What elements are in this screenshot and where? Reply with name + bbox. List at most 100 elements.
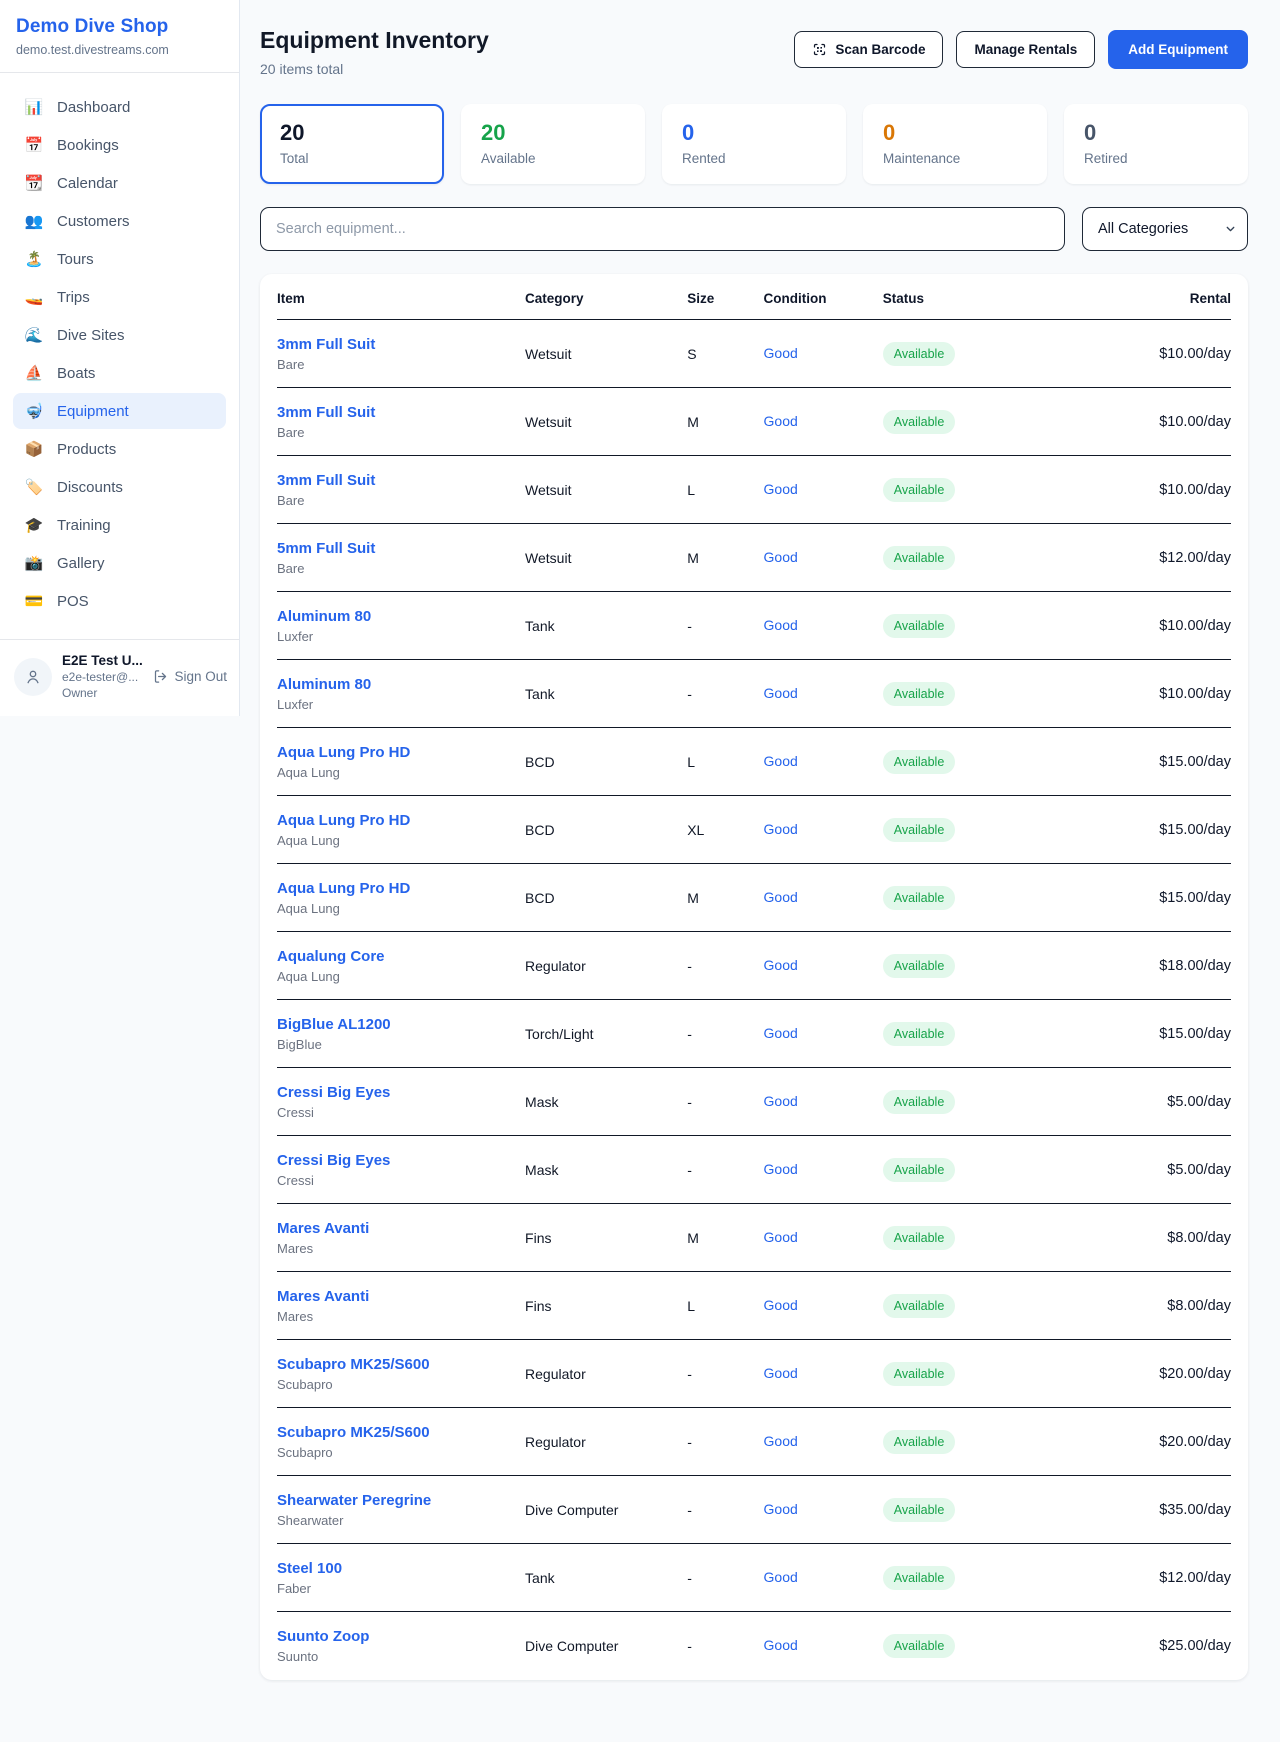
- item-name-link[interactable]: Aqua Lung Pro HD: [277, 812, 525, 829]
- user-name: E2E Test U...: [62, 653, 143, 668]
- sidebar-item-dive-sites[interactable]: 🌊Dive Sites: [13, 317, 226, 353]
- sidebar-item-dashboard[interactable]: 📊Dashboard: [13, 89, 226, 125]
- status-badge: Available: [883, 818, 956, 842]
- sidebar-item-training[interactable]: 🎓Training: [13, 507, 226, 543]
- condition-link[interactable]: Good: [764, 1161, 798, 1177]
- condition-link[interactable]: Good: [764, 413, 798, 429]
- condition-link[interactable]: Good: [764, 821, 798, 837]
- item-name-link[interactable]: Aqua Lung Pro HD: [277, 880, 525, 897]
- item-name-link[interactable]: Scubapro MK25/S600: [277, 1424, 525, 1441]
- size-cell: L: [687, 1298, 763, 1314]
- condition-link[interactable]: Good: [764, 1569, 798, 1585]
- condition-link[interactable]: Good: [764, 957, 798, 973]
- size-cell: -: [687, 1434, 763, 1450]
- sidebar-item-discounts[interactable]: 🏷️Discounts: [13, 469, 226, 505]
- stat-card-total[interactable]: 20Total: [260, 104, 444, 184]
- category-select[interactable]: All Categories: [1082, 207, 1248, 251]
- sidebar-item-products[interactable]: 📦Products: [13, 431, 226, 467]
- item-name-link[interactable]: Aqua Lung Pro HD: [277, 744, 525, 761]
- add-equipment-button[interactable]: Add Equipment: [1108, 30, 1248, 69]
- condition-link[interactable]: Good: [764, 753, 798, 769]
- item-name-link[interactable]: Suunto Zoop: [277, 1628, 525, 1645]
- condition-link[interactable]: Good: [764, 617, 798, 633]
- shop-domain: demo.test.divestreams.com: [16, 43, 223, 57]
- item-brand: Cressi: [277, 1105, 525, 1120]
- item-cell: Aqua Lung Pro HDAqua Lung: [277, 744, 525, 780]
- item-name-link[interactable]: Cressi Big Eyes: [277, 1084, 525, 1101]
- item-name-link[interactable]: Aqualung Core: [277, 948, 525, 965]
- status-cell: Available: [883, 1566, 1083, 1590]
- condition-link[interactable]: Good: [764, 481, 798, 497]
- size-cell: -: [687, 1026, 763, 1042]
- item-name-link[interactable]: Aluminum 80: [277, 676, 525, 693]
- sidebar-item-bookings[interactable]: 📅Bookings: [13, 127, 226, 163]
- credit-card-icon: 💳: [24, 592, 44, 610]
- stat-card-maintenance[interactable]: 0Maintenance: [863, 104, 1047, 184]
- stat-card-available[interactable]: 20Available: [461, 104, 645, 184]
- condition-link[interactable]: Good: [764, 1433, 798, 1449]
- column-header-condition: Condition: [764, 291, 883, 306]
- condition-link[interactable]: Good: [764, 1093, 798, 1109]
- sidebar-item-label: Boats: [57, 365, 95, 382]
- item-cell: Suunto ZoopSuunto: [277, 1628, 525, 1664]
- item-cell: 3mm Full SuitBare: [277, 472, 525, 508]
- condition-link[interactable]: Good: [764, 889, 798, 905]
- rental-cell: $25.00/day: [1083, 1638, 1231, 1654]
- item-name-link[interactable]: Shearwater Peregrine: [277, 1492, 525, 1509]
- table-row: Mares AvantiMaresFinsMGoodAvailable$8.00…: [277, 1204, 1231, 1272]
- condition-link[interactable]: Good: [764, 1297, 798, 1313]
- search-input[interactable]: [260, 207, 1065, 251]
- status-cell: Available: [883, 1634, 1083, 1658]
- item-name-link[interactable]: Mares Avanti: [277, 1288, 525, 1305]
- sidebar-item-calendar[interactable]: 📆Calendar: [13, 165, 226, 201]
- condition-cell: Good: [764, 617, 883, 635]
- item-name-link[interactable]: Cressi Big Eyes: [277, 1152, 525, 1169]
- sidebar-item-gallery[interactable]: 📸Gallery: [13, 545, 226, 581]
- condition-link[interactable]: Good: [764, 345, 798, 361]
- stat-card-retired[interactable]: 0Retired: [1064, 104, 1248, 184]
- add-equipment-label: Add Equipment: [1128, 42, 1228, 57]
- item-name-link[interactable]: Aluminum 80: [277, 608, 525, 625]
- sidebar-item-customers[interactable]: 👥Customers: [13, 203, 226, 239]
- status-cell: Available: [883, 1498, 1083, 1522]
- item-name-link[interactable]: Scubapro MK25/S600: [277, 1356, 525, 1373]
- status-badge: Available: [883, 1294, 956, 1318]
- category-cell: BCD: [525, 822, 687, 838]
- condition-link[interactable]: Good: [764, 1025, 798, 1041]
- sidebar-item-equipment[interactable]: 🤿Equipment: [13, 393, 226, 429]
- manage-rentals-button[interactable]: Manage Rentals: [956, 31, 1095, 68]
- sidebar-item-pos[interactable]: 💳POS: [13, 583, 226, 619]
- status-badge: Available: [883, 1022, 956, 1046]
- condition-link[interactable]: Good: [764, 549, 798, 565]
- item-name-link[interactable]: BigBlue AL1200: [277, 1016, 525, 1033]
- scan-barcode-button[interactable]: Scan Barcode: [794, 31, 943, 68]
- sidebar-item-trips[interactable]: 🚤Trips: [13, 279, 226, 315]
- category-cell: Mask: [525, 1162, 687, 1178]
- sidebar-item-boats[interactable]: ⛵Boats: [13, 355, 226, 391]
- condition-link[interactable]: Good: [764, 1229, 798, 1245]
- sidebar-item-tours[interactable]: 🏝️Tours: [13, 241, 226, 277]
- status-cell: Available: [883, 410, 1083, 434]
- wave-icon: 🌊: [24, 326, 44, 344]
- stat-card-rented[interactable]: 0Rented: [662, 104, 846, 184]
- sidebar-item-label: Dashboard: [57, 99, 130, 116]
- item-name-link[interactable]: Mares Avanti: [277, 1220, 525, 1237]
- item-name-link[interactable]: Steel 100: [277, 1560, 525, 1577]
- item-name-link[interactable]: 5mm Full Suit: [277, 540, 525, 557]
- manage-rentals-label: Manage Rentals: [974, 42, 1077, 57]
- status-cell: Available: [883, 954, 1083, 978]
- item-name-link[interactable]: 3mm Full Suit: [277, 336, 525, 353]
- category-cell: Dive Computer: [525, 1638, 687, 1654]
- condition-link[interactable]: Good: [764, 1501, 798, 1517]
- table-row: Aluminum 80LuxferTank-GoodAvailable$10.0…: [277, 592, 1231, 660]
- sidebar-item-label: Customers: [57, 213, 130, 230]
- condition-link[interactable]: Good: [764, 685, 798, 701]
- tear-off-calendar-icon: 📆: [24, 174, 44, 192]
- item-name-link[interactable]: 3mm Full Suit: [277, 404, 525, 421]
- sign-out-button[interactable]: Sign Out: [153, 669, 227, 684]
- condition-link[interactable]: Good: [764, 1365, 798, 1381]
- status-badge: Available: [883, 1634, 956, 1658]
- item-name-link[interactable]: 3mm Full Suit: [277, 472, 525, 489]
- table-row: Cressi Big EyesCressiMask-GoodAvailable$…: [277, 1068, 1231, 1136]
- condition-link[interactable]: Good: [764, 1637, 798, 1653]
